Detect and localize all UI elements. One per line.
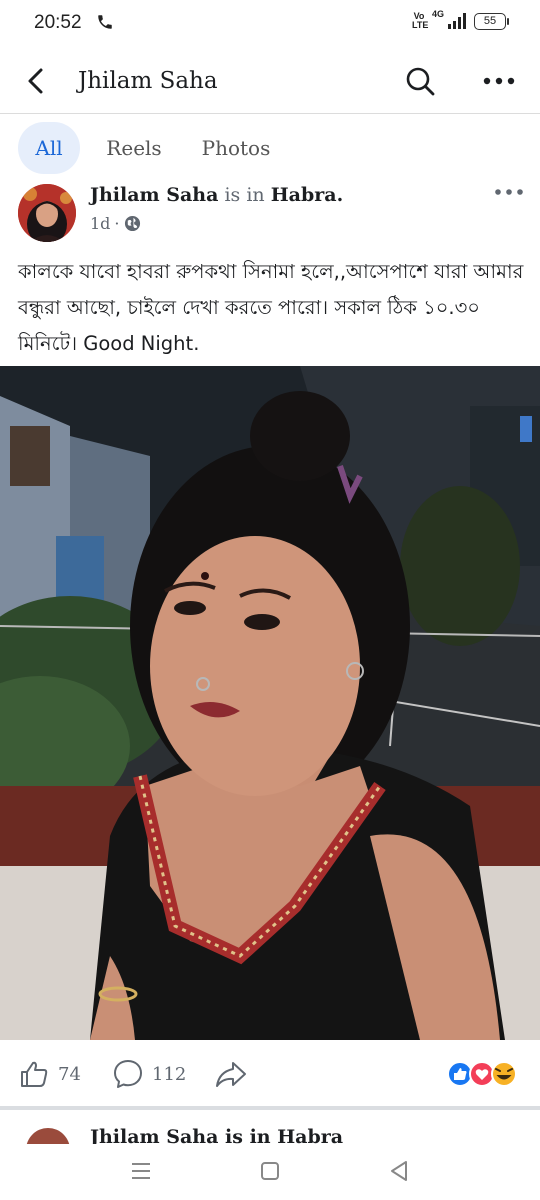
status-indicators: Vo LTE 4G 55 xyxy=(412,9,509,30)
home-icon[interactable] xyxy=(255,1156,285,1186)
like-count: 74 xyxy=(58,1063,81,1085)
page-title: Jhilam Saha xyxy=(78,68,218,94)
post-text: কালকে যাবো হাবরা রুপকথা সিনামা হলে,,আসেপ… xyxy=(18,260,524,355)
post-place[interactable]: Habra. xyxy=(271,184,343,206)
share-button[interactable] xyxy=(214,1056,248,1092)
meta-separator: · xyxy=(114,214,120,233)
post-photo[interactable] xyxy=(0,366,540,1040)
globe-icon xyxy=(124,215,140,232)
post-author-line: Jhilam Saha is in Habra. xyxy=(90,184,343,206)
comment-count: 112 xyxy=(152,1063,187,1085)
avatar[interactable] xyxy=(18,184,76,242)
tab-all[interactable]: All xyxy=(18,122,80,174)
share-icon xyxy=(216,1062,246,1087)
post-is-in: is in xyxy=(224,184,265,206)
search-icon[interactable] xyxy=(404,65,436,97)
post-header: Jhilam Saha is in Habra. 1d · xyxy=(0,180,540,244)
app-header: Jhilam Saha xyxy=(0,48,540,114)
comment-icon xyxy=(114,1060,142,1088)
post-author[interactable]: Jhilam Saha xyxy=(90,184,218,206)
tab-reels[interactable]: Reels xyxy=(106,122,162,174)
more-options-icon[interactable] xyxy=(482,76,516,86)
phone-call-icon xyxy=(98,15,112,29)
next-post-author[interactable]: Jhilam Saha is in Habra xyxy=(90,1126,343,1144)
back-arrow-icon[interactable] xyxy=(22,64,54,98)
like-reaction-icon xyxy=(447,1061,473,1087)
reactions-summary[interactable] xyxy=(446,1060,520,1088)
comment-button[interactable]: 112 xyxy=(112,1056,186,1092)
love-reaction-icon xyxy=(469,1061,495,1087)
filter-tabs: All Reels Photos xyxy=(0,120,540,176)
battery-icon: 55 xyxy=(474,12,509,30)
haha-reaction-icon xyxy=(491,1061,517,1087)
like-button[interactable]: 74 xyxy=(18,1056,81,1092)
next-post-avatar[interactable] xyxy=(26,1128,70,1144)
post-meta: 1d · xyxy=(90,214,141,233)
status-bar: 20:52 Vo LTE 4G 55 xyxy=(0,0,540,48)
network-type: 4G xyxy=(432,9,445,19)
recent-apps-icon[interactable] xyxy=(126,1156,156,1186)
post-more-icon[interactable] xyxy=(494,188,524,196)
thumbs-up-icon xyxy=(21,1061,48,1087)
tab-photos[interactable]: Photos xyxy=(200,122,272,174)
system-nav-bar xyxy=(0,1144,540,1200)
back-nav-icon[interactable] xyxy=(384,1156,414,1186)
post-time[interactable]: 1d xyxy=(90,214,110,233)
post-actions: 74 112 xyxy=(0,1044,540,1104)
next-post-preview: Jhilam Saha is in Habra xyxy=(0,1110,540,1144)
signal-icon: 4G xyxy=(432,9,466,29)
status-time: 20:52 xyxy=(34,12,82,33)
volte-icon: Vo LTE xyxy=(412,11,429,30)
